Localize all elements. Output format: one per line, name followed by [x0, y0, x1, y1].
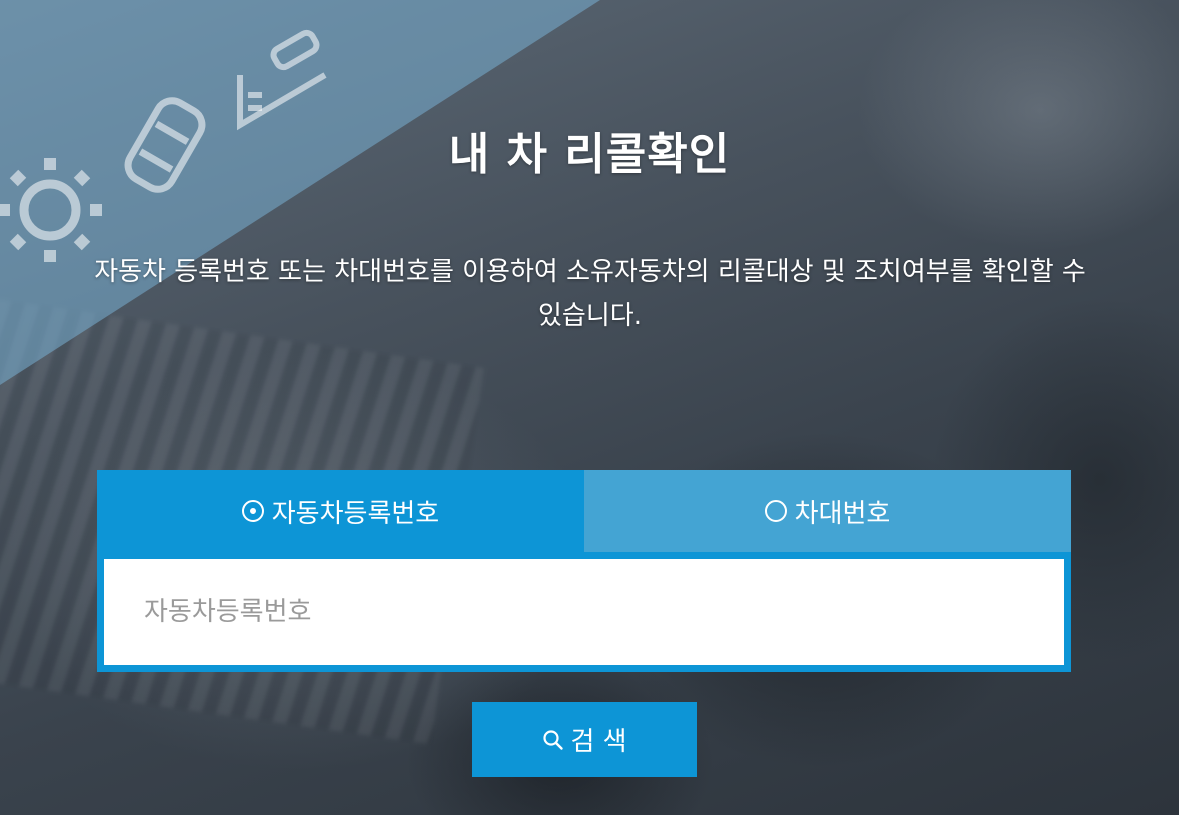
tab-registration-number[interactable]: 자동차등록번호 [97, 470, 584, 552]
radio-unchecked-icon[interactable] [764, 500, 787, 522]
page-title: 내 차 리콜확인 [448, 129, 731, 180]
search-button-label: 검 색 [570, 727, 627, 757]
tab-vin[interactable]: 차대번호 [584, 470, 1071, 552]
page-description: 자동차 등록번호 또는 차대번호를 이용하여 소유자동차의 리콜대상 및 조치여… [94, 257, 1086, 331]
tab-registration-number-label: 자동차등록번호 [271, 498, 440, 529]
search-type-tabs: 자동차등록번호 차대번호 [97, 470, 1071, 552]
search-icon [543, 729, 564, 750]
car-ramp-icon [237, 29, 327, 131]
search-input-container [97, 552, 1071, 672]
search-input[interactable] [104, 559, 1064, 665]
radio-checked-icon[interactable] [241, 500, 264, 522]
search-button[interactable]: 검 색 [472, 702, 697, 777]
tab-vin-label: 차대번호 [794, 498, 891, 529]
